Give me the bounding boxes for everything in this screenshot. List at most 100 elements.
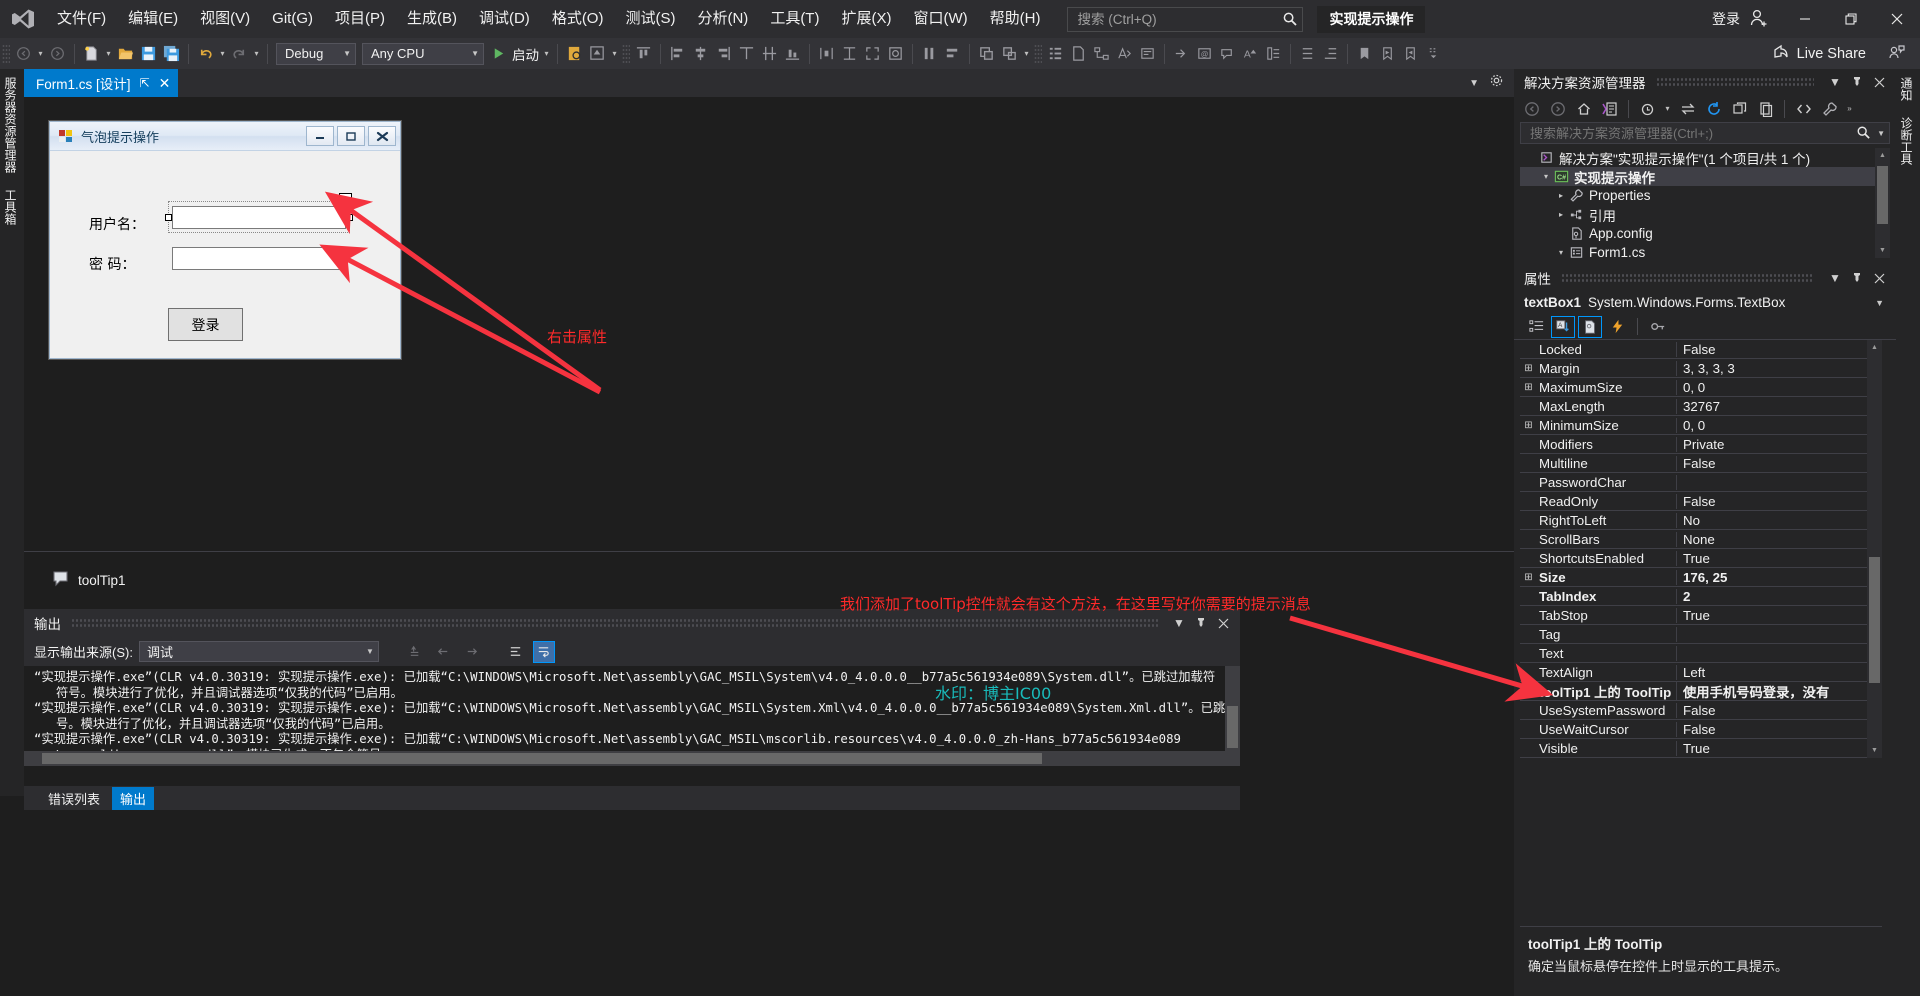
- solution-configuration-combo[interactable]: Debug ▼: [276, 42, 356, 65]
- property-value[interactable]: Left: [1677, 665, 1882, 680]
- start-debug-dropdown-icon[interactable]: ▾: [541, 42, 552, 65]
- navigate-forward-icon[interactable]: [46, 42, 69, 65]
- textbox-password[interactable]: [172, 247, 346, 270]
- navigate-back-dropdown-icon[interactable]: ▾: [35, 42, 46, 65]
- property-row[interactable]: ⊞ Size 176, 25: [1520, 568, 1882, 587]
- rail-tab-diagnostic-tools[interactable]: 诊断工具: [1896, 109, 1916, 173]
- property-row[interactable]: Visible True: [1520, 739, 1882, 758]
- property-value[interactable]: 使用手机号码登录，没有: [1677, 682, 1882, 701]
- bottom-tab-0[interactable]: 错误列表: [40, 787, 108, 810]
- solution-tree-item[interactable]: ▸ Properties: [1520, 186, 1890, 205]
- property-value[interactable]: Private: [1677, 437, 1882, 452]
- properties-icon[interactable]: [1818, 98, 1841, 120]
- pending-changes-icon[interactable]: [1636, 98, 1659, 120]
- sign-in-button[interactable]: 登录: [1706, 9, 1746, 29]
- twisty-collapsed-icon[interactable]: ▸: [1554, 191, 1568, 200]
- tab-list-dropdown-icon[interactable]: ▼: [1469, 78, 1479, 89]
- designer-canvas[interactable]: 气泡提示操作 用户名： 密 码： 登录 toolTip1: [24, 97, 1514, 609]
- toolbar-grip-2[interactable]: [622, 43, 630, 64]
- property-value[interactable]: 32767: [1677, 399, 1882, 414]
- expand-plus-icon[interactable]: ⊞: [1520, 572, 1537, 583]
- output-find-message-icon[interactable]: [405, 641, 427, 663]
- previous-bookmark-icon[interactable]: [1376, 42, 1399, 65]
- property-value[interactable]: 0, 0: [1677, 418, 1882, 433]
- property-row[interactable]: ⊞ MaximumSize 0, 0: [1520, 378, 1882, 397]
- menu-item-3[interactable]: Git(G): [261, 0, 324, 38]
- properties-close-icon[interactable]: [1868, 267, 1890, 289]
- solution-view-icon[interactable]: [1598, 98, 1621, 120]
- property-value[interactable]: 0, 0: [1677, 380, 1882, 395]
- go-to-definition-icon[interactable]: @: [1193, 42, 1216, 65]
- property-row[interactable]: TabStop True: [1520, 606, 1882, 625]
- output-source-combo[interactable]: 调试 ▼: [138, 641, 379, 662]
- insert-snippet-icon[interactable]: [1170, 42, 1193, 65]
- smart-tag-glyph[interactable]: [339, 193, 352, 206]
- drag-handle[interactable]: [1561, 273, 1814, 283]
- toolbar-grip-3[interactable]: [1034, 43, 1042, 64]
- search-input[interactable]: [1075, 10, 1283, 28]
- pending-changes-dropdown-icon[interactable]: ▾: [1662, 97, 1673, 120]
- solution-explorer-dropdown-icon[interactable]: ▼: [1824, 71, 1846, 93]
- bottom-tab-1[interactable]: 输出: [112, 786, 155, 810]
- overflow-icon[interactable]: [1422, 42, 1445, 65]
- winform-minimize-button[interactable]: [306, 126, 334, 146]
- toggle-bookmark-icon[interactable]: [1353, 42, 1376, 65]
- undo-dropdown-icon[interactable]: ▾: [217, 42, 228, 65]
- menu-item-13[interactable]: 帮助(H): [979, 0, 1052, 38]
- solution-explorer-close-icon[interactable]: [1868, 71, 1890, 93]
- property-row[interactable]: Multiline False: [1520, 454, 1882, 473]
- drag-handle[interactable]: [71, 618, 1158, 628]
- component-tray-item-tooltip1[interactable]: toolTip1: [78, 573, 126, 588]
- scrollbar-thumb[interactable]: [1869, 557, 1880, 683]
- property-row[interactable]: ScrollBars None: [1520, 530, 1882, 549]
- tab-order-icon[interactable]: [884, 42, 907, 65]
- solution-explorer-search-input[interactable]: [1528, 124, 1857, 142]
- property-value[interactable]: True: [1677, 551, 1882, 566]
- property-pages-key-icon[interactable]: [1646, 316, 1670, 338]
- property-value[interactable]: None: [1677, 532, 1882, 547]
- solution-explorer-icon[interactable]: [1044, 42, 1067, 65]
- gear-icon[interactable]: [1489, 73, 1504, 93]
- rail-tab-toolbox[interactable]: 工具箱: [0, 181, 20, 233]
- property-value[interactable]: False: [1677, 722, 1882, 737]
- toggle-outlining-icon[interactable]: [1262, 42, 1285, 65]
- view-code-icon[interactable]: [1792, 98, 1815, 120]
- output-horizontal-scrollbar[interactable]: [24, 751, 1240, 766]
- properties-object-selector[interactable]: textBox1 System.Windows.Forms.TextBox ▼: [1514, 291, 1896, 314]
- scroll-down-arrow-icon[interactable]: ▼: [1867, 743, 1882, 758]
- properties-pin-icon[interactable]: [1846, 267, 1868, 289]
- menu-item-7[interactable]: 格式(O): [541, 0, 615, 38]
- new-project-dropdown-icon[interactable]: ▾: [103, 42, 114, 65]
- output-go-to-next-icon[interactable]: [461, 641, 483, 663]
- increase-font-icon[interactable]: A: [1239, 42, 1262, 65]
- redo-icon[interactable]: [228, 42, 251, 65]
- team-explorer-icon[interactable]: [1136, 42, 1159, 65]
- align-centers-icon[interactable]: [689, 42, 712, 65]
- window-close-button[interactable]: [1874, 0, 1920, 38]
- sync-icon[interactable]: [1676, 98, 1699, 120]
- output-word-wrap-icon[interactable]: [532, 640, 555, 663]
- menu-item-8[interactable]: 测试(S): [614, 0, 686, 38]
- align-lefts-icon[interactable]: [666, 42, 689, 65]
- live-share-session-icon[interactable]: [1888, 43, 1906, 65]
- open-file-icon[interactable]: [114, 42, 137, 65]
- show-all-files-icon[interactable]: [1754, 98, 1777, 120]
- property-value[interactable]: 2: [1677, 589, 1882, 604]
- property-value[interactable]: 3, 3, 3, 3: [1677, 361, 1882, 376]
- property-row[interactable]: TabIndex 2: [1520, 587, 1882, 606]
- resize-handle-left[interactable]: [165, 214, 172, 221]
- winform-design-surface[interactable]: 气泡提示操作 用户名： 密 码： 登录: [49, 121, 401, 359]
- bring-to-front-icon[interactable]: [975, 42, 998, 65]
- property-row[interactable]: PasswordChar: [1520, 473, 1882, 492]
- twisty-collapsed-icon[interactable]: ▸: [1554, 210, 1568, 219]
- toolbar-grip[interactable]: [2, 43, 10, 64]
- property-value[interactable]: False: [1677, 342, 1882, 357]
- account-add-icon[interactable]: [1746, 6, 1772, 32]
- property-row[interactable]: RightToLeft No: [1520, 511, 1882, 530]
- property-row[interactable]: ⊞ MinimumSize 0, 0: [1520, 416, 1882, 435]
- indent-icon[interactable]: [1296, 42, 1319, 65]
- refresh-icon[interactable]: [1702, 98, 1725, 120]
- properties-grid[interactable]: Locked False ⊞ Margin 3, 3, 3, 3 ⊞ MaximumSize…: [1520, 340, 1882, 758]
- property-row[interactable]: ShortcutsEnabled True: [1520, 549, 1882, 568]
- winform-maximize-button[interactable]: [337, 126, 365, 146]
